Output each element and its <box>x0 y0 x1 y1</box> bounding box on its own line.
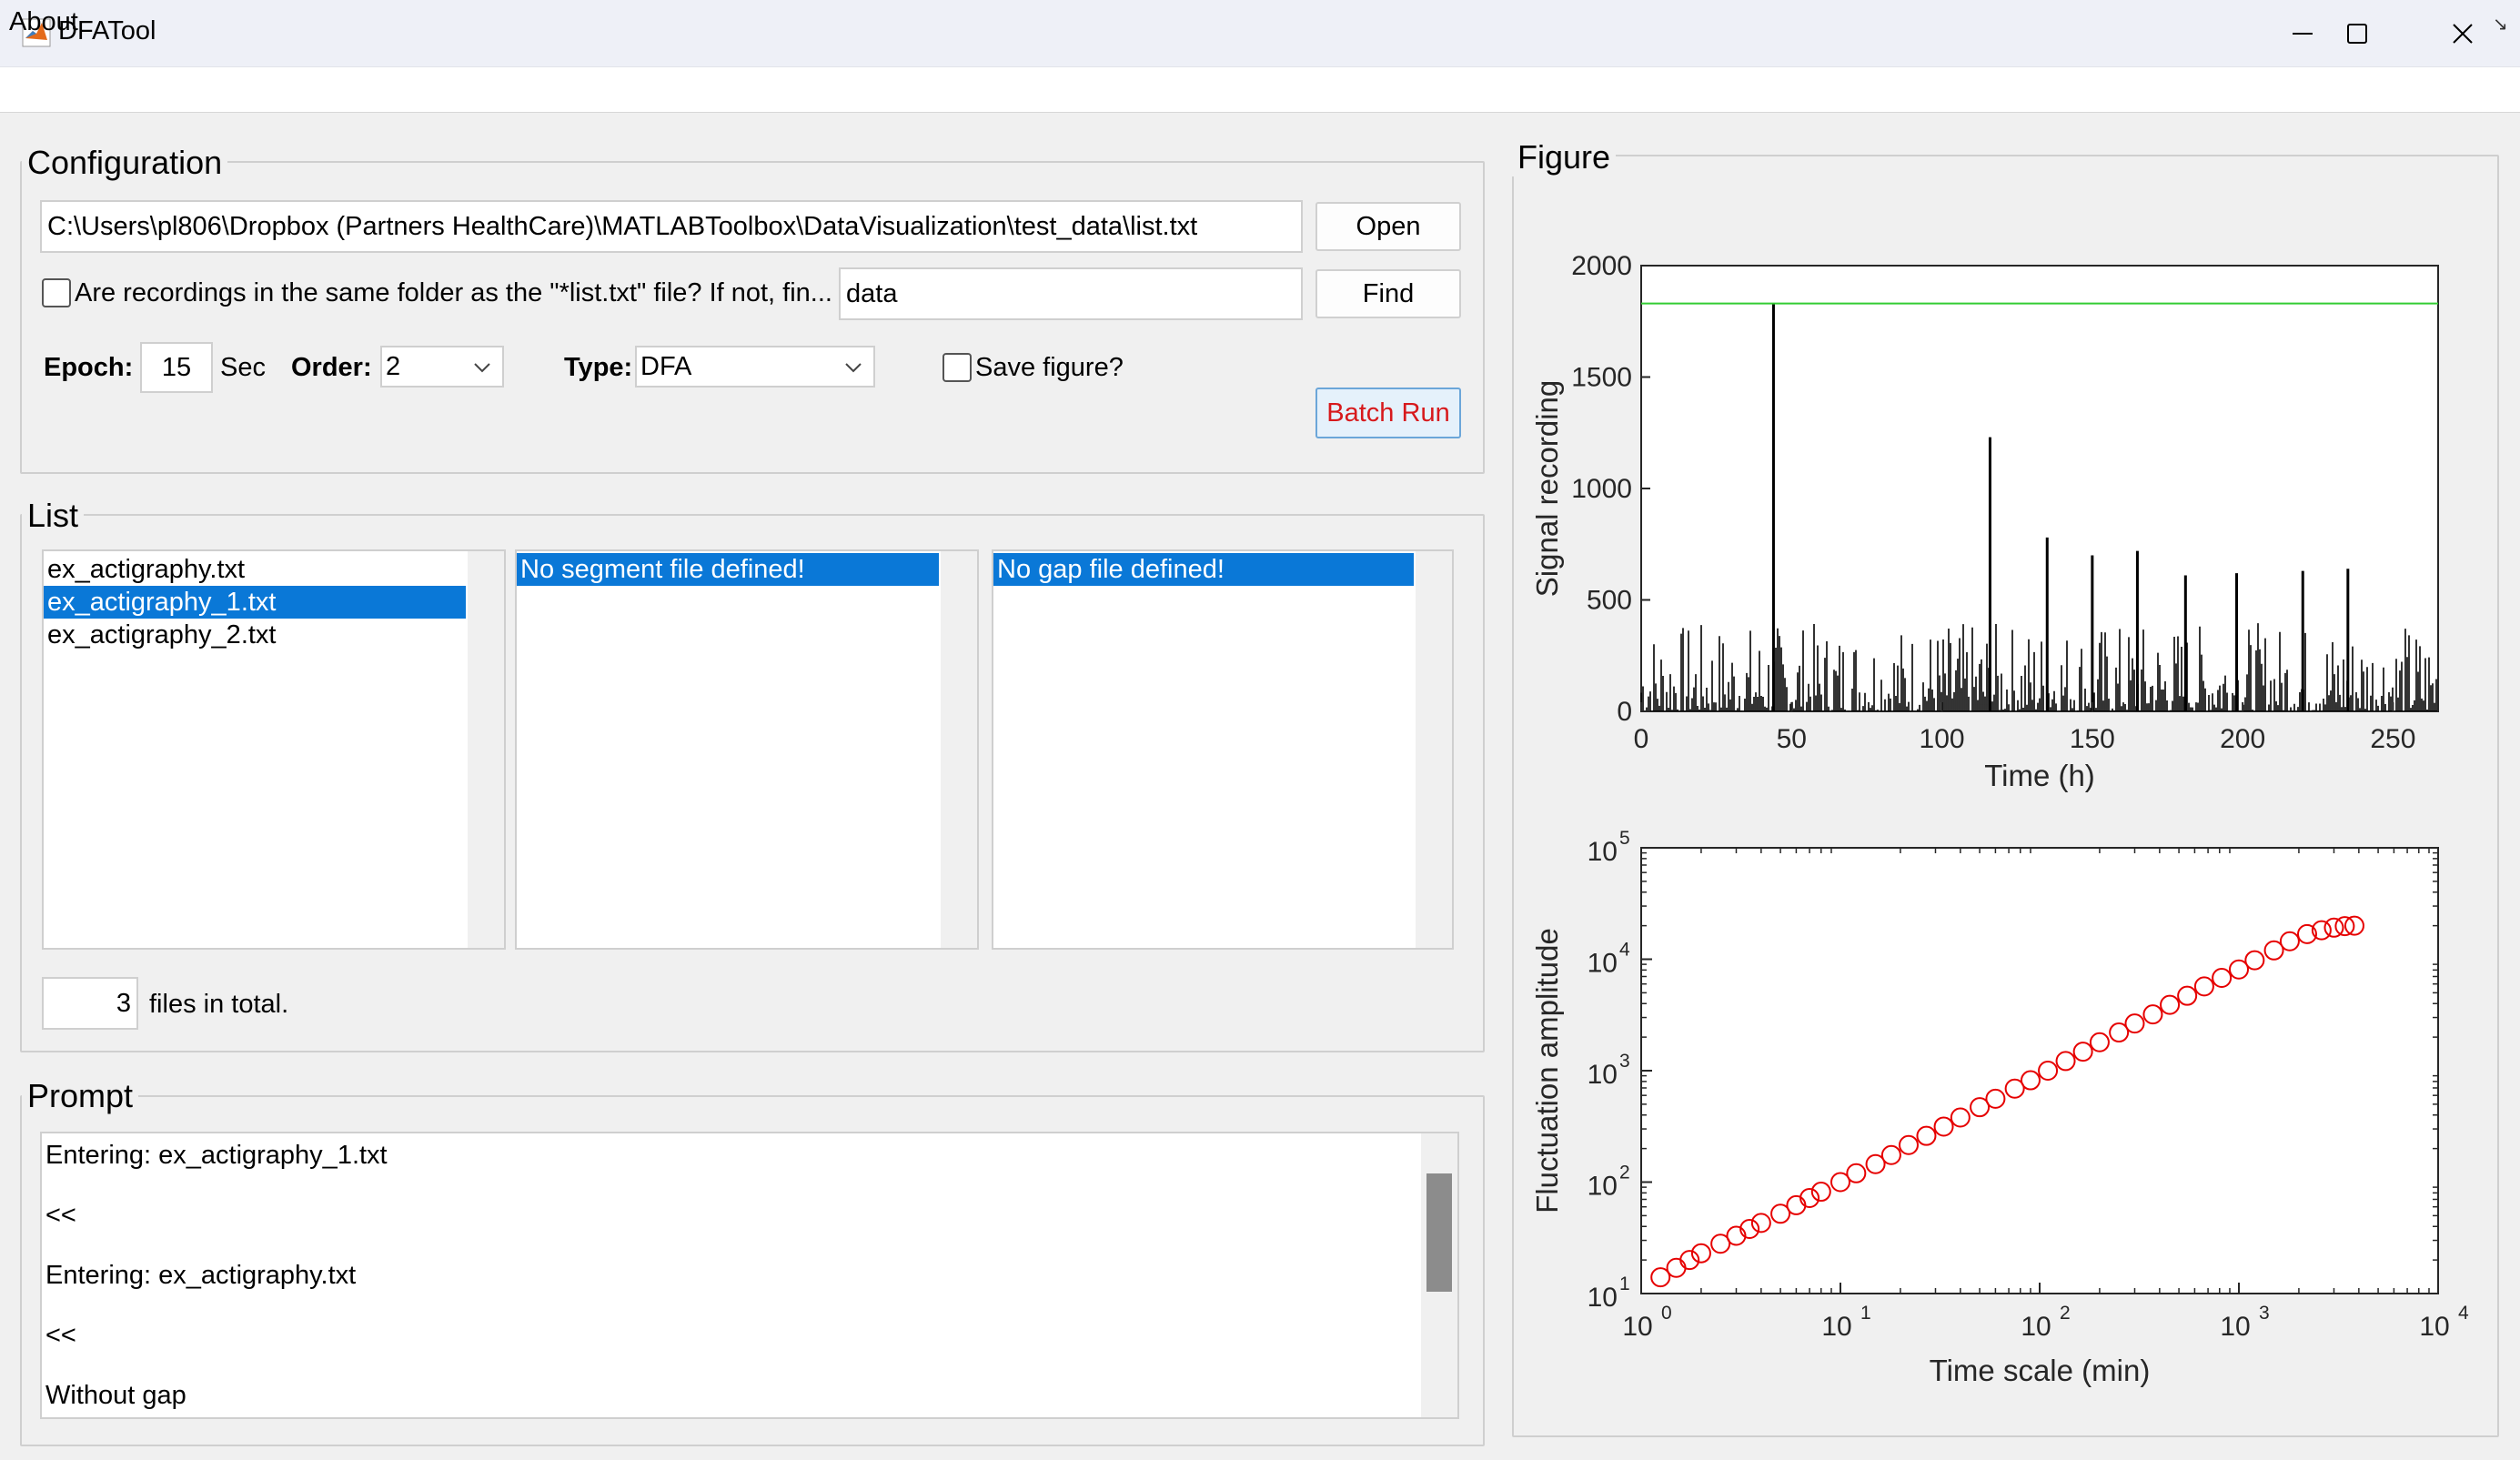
list-panel-title: List <box>22 497 85 535</box>
chevron-down-icon <box>474 363 490 373</box>
configuration-panel-title: Configuration <box>22 144 228 182</box>
type-value: DFA <box>640 351 692 381</box>
save-figure-label: Save figure? <box>975 353 1124 382</box>
title-bar <box>0 0 2520 67</box>
prompt-line: << <box>45 1201 76 1230</box>
maximize-icon <box>2347 24 2367 44</box>
x-tick-label-base: 10 <box>1622 1312 1652 1342</box>
y-tick-label-base: 10 <box>1588 837 1618 867</box>
list-path-field[interactable]: C:\Users\pl806\Dropbox (Partners HealthC… <box>40 200 1303 253</box>
x-tick-label-exponent: 3 <box>2259 1303 2270 1324</box>
find-button[interactable]: Find <box>1315 269 1461 318</box>
epoch-field[interactable]: 15 <box>140 342 213 393</box>
file-count-field: 3 <box>42 977 138 1030</box>
y-tick-label-exponent: 2 <box>1619 1163 1630 1183</box>
x-axis-label: Time scale (min) <box>1930 1354 2151 1387</box>
y-tick-label-exponent: 5 <box>1619 828 1630 849</box>
x-tick-label-exponent: 1 <box>1860 1303 1871 1324</box>
order-value: 2 <box>386 351 401 381</box>
prompt-panel-title: Prompt <box>22 1077 139 1115</box>
file-count-label: files in total. <box>149 990 289 1019</box>
y-tick-label-base: 10 <box>1588 1172 1618 1202</box>
prompt-textarea[interactable]: Entering: ex_actigraphy_1.txt << Enterin… <box>40 1132 1459 1419</box>
list-item[interactable]: No segment file defined! <box>517 553 939 586</box>
x-tick-label: 50 <box>1777 724 1807 754</box>
folder-field[interactable]: data <box>839 267 1303 320</box>
x-tick-label: 0 <box>1634 724 1649 754</box>
y-axis-label: Signal recording <box>1530 380 1564 597</box>
order-label: Order: <box>291 353 372 382</box>
x-tick-label-base: 10 <box>1821 1312 1851 1342</box>
file-listbox[interactable]: ex_actigraphy.txt ex_actigraphy_1.txt ex… <box>42 549 506 950</box>
maximize-button[interactable] <box>2307 0 2407 67</box>
gap-listbox[interactable]: No gap file defined! <box>992 549 1454 950</box>
y-axis-label: Fluctuation amplitude <box>1530 928 1564 1213</box>
x-tick-label: 150 <box>2070 724 2115 754</box>
y-tick-label-exponent: 4 <box>1619 940 1630 961</box>
order-select[interactable]: 2 <box>380 346 504 388</box>
file-list-scrollbar[interactable] <box>468 551 504 948</box>
gap-list-scrollbar[interactable] <box>1416 551 1452 948</box>
prompt-line: Entering: ex_actigraphy_1.txt <box>45 1141 388 1170</box>
y-tick-label: 1000 <box>1571 474 1632 504</box>
y-tick-label-base: 10 <box>1588 1283 1618 1313</box>
y-tick-label-exponent: 3 <box>1619 1051 1630 1072</box>
x-tick-label-base: 10 <box>2220 1312 2250 1342</box>
dfa-chart: 10 0 10 1 10 2 10 3 10 410 110 210 310 410 5Time scale… <box>1530 828 2469 1387</box>
y-tick-label-exponent: 1 <box>1619 1274 1630 1294</box>
menu-bar <box>0 67 2520 113</box>
y-tick-label: 500 <box>1587 586 1632 616</box>
list-item[interactable]: ex_actigraphy.txt <box>44 553 466 586</box>
prompt-scroll-thumb[interactable] <box>1426 1173 1452 1292</box>
open-button[interactable]: Open <box>1315 202 1461 251</box>
prompt-line: Entering: ex_actigraphy.txt <box>45 1261 357 1290</box>
y-tick-label: 1500 <box>1571 363 1632 393</box>
close-icon <box>2453 24 2473 44</box>
menu-about[interactable]: About <box>9 7 78 37</box>
x-axis-label: Time (h) <box>1984 759 2095 792</box>
x-tick-label-exponent: 4 <box>2458 1303 2469 1324</box>
same-folder-checkbox[interactable] <box>42 278 71 307</box>
prompt-line: << <box>45 1321 76 1350</box>
y-tick-label-base: 10 <box>1588 949 1618 979</box>
list-item[interactable]: No gap file defined! <box>993 553 1414 586</box>
plot-area <box>1640 265 2439 712</box>
same-folder-label: Are recordings in the same folder as the… <box>75 278 832 307</box>
epoch-unit: Sec <box>220 353 266 382</box>
save-figure-checkbox[interactable] <box>942 353 972 382</box>
segment-list-scrollbar[interactable] <box>941 551 977 948</box>
signal-chart: 0 50 100 150 200 250 0 500 1000 1500 2000 Time (h) S… <box>1530 251 2439 792</box>
x-tick-label: 200 <box>2220 724 2265 754</box>
type-label: Type: <box>564 353 633 382</box>
epoch-label: Epoch: <box>44 353 134 382</box>
x-tick-label: 100 <box>1920 724 1965 754</box>
list-item[interactable]: ex_actigraphy_1.txt <box>44 586 466 619</box>
chevron-down-icon <box>845 363 862 373</box>
segment-listbox[interactable]: No segment file defined! <box>515 549 979 950</box>
x-tick-label-base: 10 <box>2021 1312 2051 1342</box>
x-tick-label-exponent: 0 <box>1661 1303 1672 1324</box>
y-tick-label-base: 10 <box>1588 1060 1618 1090</box>
list-item[interactable]: ex_actigraphy_2.txt <box>44 619 466 651</box>
x-tick-label-exponent: 2 <box>2060 1303 2071 1324</box>
x-tick-label: 250 <box>2370 724 2415 754</box>
y-tick-label: 0 <box>1617 697 1632 727</box>
y-tick-label: 2000 <box>1571 251 1632 281</box>
undock-icon[interactable]: ↘ <box>2493 13 2508 35</box>
type-select[interactable]: DFA <box>635 346 875 388</box>
figure-panel-title: Figure <box>1512 138 1617 176</box>
prompt-line: Without gap <box>45 1381 186 1410</box>
batch-run-button[interactable]: Batch Run <box>1315 388 1461 438</box>
x-tick-label-base: 10 <box>2419 1312 2449 1342</box>
